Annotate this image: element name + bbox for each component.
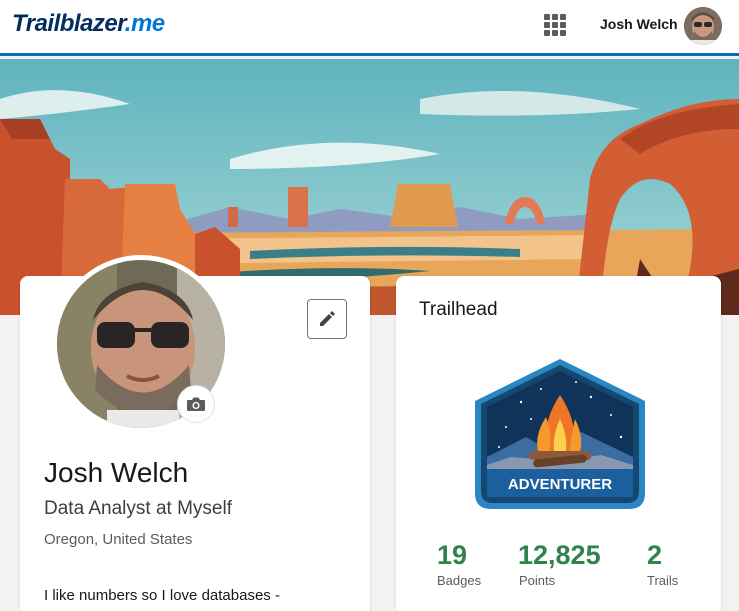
- header-user-name[interactable]: Josh Welch: [600, 16, 678, 32]
- profile-title: Data Analyst at Myself: [44, 498, 232, 519]
- trailhead-heading: Trailhead: [419, 299, 498, 320]
- top-bar: Trailblazer.me Josh Welch: [0, 0, 739, 56]
- profile-name: Josh Welch: [44, 457, 189, 488]
- logo-suffix: .me: [124, 10, 165, 37]
- stat-badges-label: Badges: [437, 573, 482, 588]
- trailblazer-logo[interactable]: Trailblazer.me: [12, 10, 165, 38]
- app-launcher-icon[interactable]: [543, 13, 567, 37]
- profile-bio: I like numbers so I love databases -: [44, 587, 280, 604]
- adventurer-rank-badge[interactable]: ADVENTURER: [471, 357, 649, 511]
- stat-badges-value: 19: [437, 540, 468, 570]
- stat-points-value: 12,825: [518, 540, 601, 570]
- stat-trails-value: 2: [647, 540, 663, 570]
- header-avatar[interactable]: [684, 7, 722, 45]
- profile-location: Oregon, United States: [44, 531, 193, 548]
- rank-badge-label: ADVENTURER: [508, 476, 612, 493]
- logo-text: Trailblazer: [12, 10, 125, 37]
- camera-icon[interactable]: [177, 385, 215, 423]
- stat-points-label: Points: [519, 573, 556, 588]
- pencil-icon[interactable]: [307, 299, 347, 339]
- stat-trails-label: Trails: [647, 573, 679, 588]
